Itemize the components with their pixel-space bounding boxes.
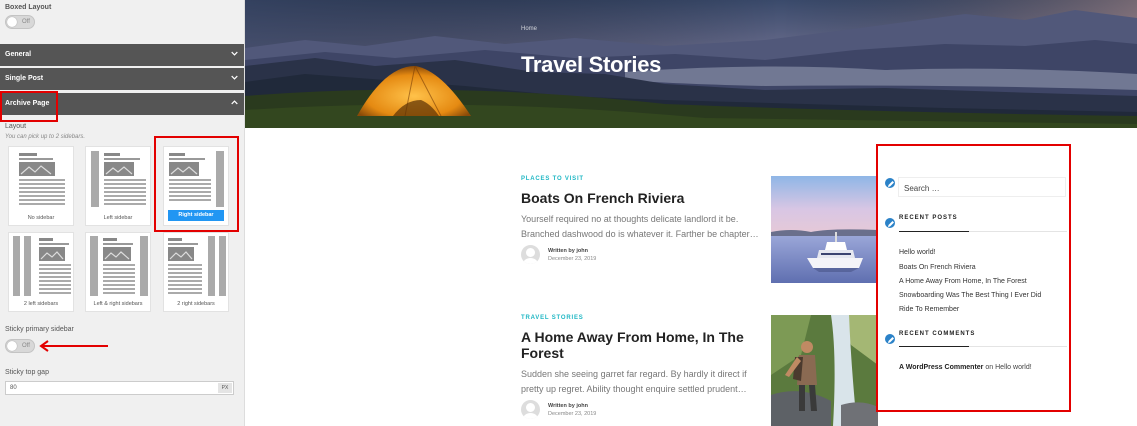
sticky-gap-value: 80 xyxy=(10,385,17,391)
comment-author-link[interactable]: A WordPress Commenter xyxy=(899,364,983,371)
section-general[interactable]: General xyxy=(0,44,244,66)
layout-hint: You can pick up to 2 sidebars. xyxy=(5,134,86,140)
hero-banner: Home Travel Stories xyxy=(245,0,1137,128)
post-thumbnail[interactable] xyxy=(771,176,878,283)
widget-divider xyxy=(899,231,1067,232)
layout-option-2-right-sidebars[interactable]: 2 right sidebars xyxy=(163,232,229,312)
recent-comment: A WordPress Commenter on Hello world! xyxy=(899,364,1032,371)
layout-label: Layout xyxy=(5,123,27,130)
right-sidebar-icon xyxy=(169,151,224,207)
sticky-gap-input[interactable]: 80 PX xyxy=(5,381,234,395)
yacht-image xyxy=(771,176,878,283)
layout-option-right-sidebar[interactable]: Right sidebar xyxy=(163,146,229,226)
edit-shortcut-icon[interactable] xyxy=(884,333,896,345)
layout-caption: Left & right sidebars xyxy=(93,301,143,307)
edit-shortcut-icon[interactable] xyxy=(884,217,896,229)
chevron-up-icon xyxy=(231,100,238,105)
recent-post-link[interactable]: Ride To Remember xyxy=(899,306,959,313)
chevron-down-icon xyxy=(231,51,238,56)
layout-caption: 2 right sidebars xyxy=(177,301,215,307)
layout-option-left-right-sidebars[interactable]: Left & right sidebars xyxy=(85,232,151,312)
chevron-down-icon xyxy=(231,75,238,80)
layout-option-2-left-sidebars[interactable]: 2 left sidebars xyxy=(8,232,74,312)
red-arrow-annotation xyxy=(39,340,108,352)
gap-unit-label: PX xyxy=(218,383,232,393)
post-date: December 23, 2019 xyxy=(548,411,597,417)
section-archive-page-label: Archive Page xyxy=(5,100,50,107)
two-left-sidebars-icon xyxy=(13,236,71,296)
search-input[interactable]: Search … xyxy=(898,177,1066,197)
avatar xyxy=(521,400,540,419)
two-right-sidebars-icon xyxy=(168,236,226,296)
customizer-panel: Boxed Layout Off General Single Post Arc… xyxy=(0,0,245,426)
post-thumbnail[interactable] xyxy=(771,315,878,426)
post-category[interactable]: TRAVEL STORIES xyxy=(521,315,584,321)
pencil-icon xyxy=(888,221,894,227)
recent-post-link[interactable]: Hello world! xyxy=(899,249,936,256)
pencil-icon xyxy=(888,181,894,187)
post-author: Written by john xyxy=(548,403,588,409)
landscape-image xyxy=(245,0,1137,128)
recent-post-link[interactable]: Boats On French Riviera xyxy=(899,264,976,271)
comment-post-link[interactable]: Hello world! xyxy=(995,364,1032,371)
page-title: Travel Stories xyxy=(521,52,662,77)
boxed-layout-label: Boxed Layout xyxy=(5,4,52,11)
breadcrumb[interactable]: Home xyxy=(521,26,537,32)
left-sidebar-icon xyxy=(91,151,146,207)
recent-comments-title: RECENT COMMENTS xyxy=(899,331,976,337)
section-single-post[interactable]: Single Post xyxy=(0,68,244,90)
hiker-waterfall-image xyxy=(771,315,878,426)
no-sidebar-icon xyxy=(19,153,65,205)
edit-shortcut-icon[interactable] xyxy=(884,177,896,189)
post-title[interactable]: Boats On French Riviera xyxy=(521,190,751,206)
comment-on-label: on xyxy=(985,364,994,371)
post-excerpt: Yourself required no at thoughts delicat… xyxy=(521,214,759,239)
recent-posts-title: RECENT POSTS xyxy=(899,215,958,221)
sticky-sidebar-toggle[interactable]: Off xyxy=(5,339,35,353)
post-title[interactable]: A Home Away From Home, In The Forest xyxy=(521,329,751,361)
pencil-icon xyxy=(888,337,894,343)
post-category[interactable]: PLACES TO VISIT xyxy=(521,176,584,182)
post-date: December 23, 2019 xyxy=(548,256,597,262)
post-excerpt: Sudden she seeing garret far regard. By … xyxy=(521,369,747,394)
widget-divider xyxy=(899,346,1067,347)
sticky-sidebar-label: Sticky primary sidebar xyxy=(5,326,74,333)
toggle-knob xyxy=(7,17,17,27)
toggle-state: Off xyxy=(22,343,30,349)
left-right-sidebars-icon xyxy=(90,236,148,296)
boxed-layout-toggle[interactable]: Off xyxy=(5,15,35,29)
layout-caption: 2 left sidebars xyxy=(23,301,59,307)
recent-post-link[interactable]: Snowboarding Was The Best Thing I Ever D… xyxy=(899,292,1041,299)
toggle-state: Off xyxy=(22,19,30,25)
section-archive-page[interactable]: Archive Page xyxy=(0,93,244,115)
sticky-gap-label: Sticky top gap xyxy=(5,369,49,376)
recent-post-link[interactable]: A Home Away From Home, In The Forest xyxy=(899,278,1027,285)
layout-caption-selected: Right sidebar xyxy=(168,210,224,221)
layout-option-no-sidebar[interactable]: No sidebar xyxy=(8,146,74,226)
section-general-label: General xyxy=(5,51,32,58)
section-single-post-label: Single Post xyxy=(5,75,44,82)
avatar xyxy=(521,245,540,264)
layout-caption: No sidebar xyxy=(27,215,55,221)
layout-caption: Left sidebar xyxy=(103,215,133,221)
layout-option-left-sidebar[interactable]: Left sidebar xyxy=(85,146,151,226)
post-author: Written by john xyxy=(548,248,588,254)
toggle-knob xyxy=(7,341,17,351)
